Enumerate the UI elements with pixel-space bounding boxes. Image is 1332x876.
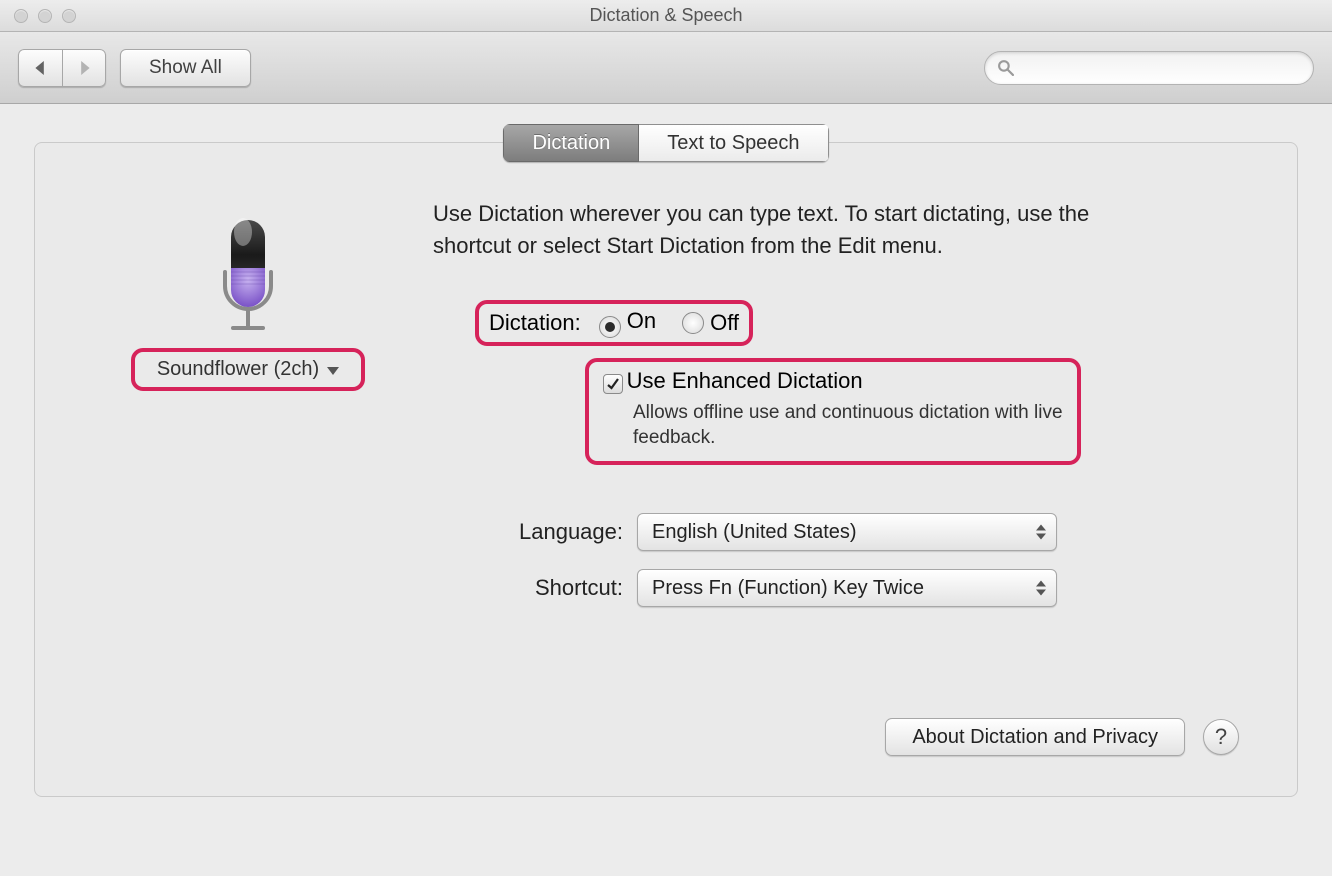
- dictation-label: Dictation:: [489, 310, 581, 336]
- on-label: On: [627, 308, 656, 333]
- enhanced-dictation-highlight: Use Enhanced Dictation Allows offline us…: [585, 358, 1081, 465]
- about-button-label: About Dictation and Privacy: [912, 726, 1158, 749]
- window-title: Dictation & Speech: [0, 5, 1332, 26]
- search-input[interactable]: [1022, 58, 1301, 78]
- updown-arrows-icon: [1036, 525, 1046, 540]
- content-panel: Soundflower (2ch) Use Dictation wherever…: [34, 142, 1298, 797]
- tab-dictation[interactable]: Dictation: [503, 124, 639, 162]
- search-icon: [997, 59, 1014, 76]
- microphone-icon: [211, 218, 285, 336]
- search-field[interactable]: [984, 51, 1314, 85]
- audio-input-dropdown[interactable]: Soundflower (2ch): [143, 354, 353, 385]
- window-traffic-lights: [0, 9, 76, 23]
- chevron-right-icon: [77, 61, 91, 75]
- tab-text-to-speech[interactable]: Text to Speech: [639, 124, 828, 162]
- tab-bar: Dictation Text to Speech: [0, 124, 1332, 162]
- zoom-window-button[interactable]: [62, 9, 76, 23]
- nav-forward-button[interactable]: [62, 49, 106, 87]
- show-all-button[interactable]: Show All: [120, 49, 251, 87]
- audio-input-label: Soundflower (2ch): [157, 358, 319, 381]
- shortcut-dropdown[interactable]: Press Fn (Function) Key Twice: [637, 569, 1057, 607]
- enhanced-dictation-description: Allows offline use and continuous dictat…: [633, 400, 1063, 451]
- dictation-toggle-highlight: Dictation: On Off: [475, 300, 753, 346]
- language-dropdown[interactable]: English (United States): [637, 513, 1057, 551]
- tab-tts-label: Text to Speech: [667, 132, 799, 155]
- language-value: English (United States): [652, 521, 857, 544]
- toolbar: Show All: [0, 32, 1332, 104]
- close-window-button[interactable]: [14, 9, 28, 23]
- nav-back-button[interactable]: [18, 49, 62, 87]
- minimize-window-button[interactable]: [38, 9, 52, 23]
- check-icon: [606, 377, 620, 391]
- intro-text: Use Dictation wherever you can type text…: [433, 198, 1133, 262]
- dictation-off-radio[interactable]: Off: [682, 310, 739, 336]
- updown-arrows-icon: [1036, 581, 1046, 596]
- nav-back-forward: [18, 49, 106, 87]
- shortcut-value: Press Fn (Function) Key Twice: [652, 577, 924, 600]
- shortcut-label: Shortcut:: [475, 575, 623, 601]
- help-icon: ?: [1215, 724, 1227, 750]
- off-label: Off: [710, 310, 739, 335]
- enhanced-dictation-checkbox[interactable]: Use Enhanced Dictation: [603, 368, 1063, 394]
- window-titlebar: Dictation & Speech: [0, 0, 1332, 32]
- show-all-label: Show All: [149, 57, 222, 79]
- help-button[interactable]: ?: [1203, 719, 1239, 755]
- audio-input-dropdown-highlight: Soundflower (2ch): [131, 348, 365, 391]
- language-label: Language:: [475, 519, 623, 545]
- enhanced-dictation-label: Use Enhanced Dictation: [627, 368, 863, 393]
- chevron-down-icon: [327, 367, 339, 375]
- tab-dictation-label: Dictation: [532, 132, 610, 155]
- chevron-left-icon: [34, 61, 48, 75]
- dictation-on-radio[interactable]: On: [599, 308, 656, 338]
- about-dictation-privacy-button[interactable]: About Dictation and Privacy: [885, 718, 1185, 756]
